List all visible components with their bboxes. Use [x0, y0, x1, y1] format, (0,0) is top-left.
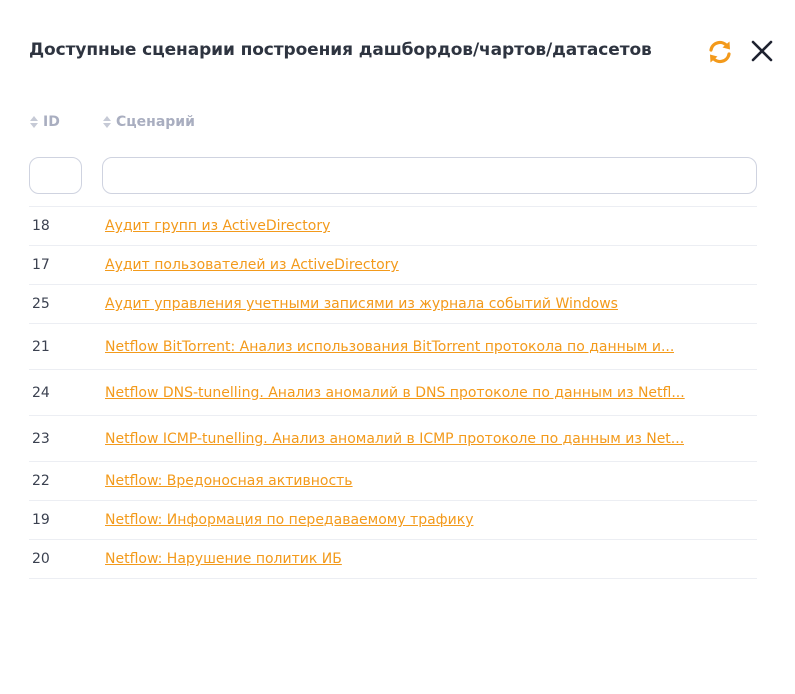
scenario-link[interactable]: Netflow: Нарушение политик ИБ [105, 551, 342, 567]
refresh-icon [709, 40, 731, 64]
row-id: 24 [32, 384, 50, 401]
scenario-link[interactable]: Аудит пользователей из ActiveDirectory [105, 257, 399, 273]
row-id: 20 [32, 551, 50, 567]
table-row: 22 Netflow: Вредоносная активность [29, 462, 757, 501]
table-row: 20 Netflow: Нарушение политик ИБ [29, 540, 757, 579]
scenarios-table: ID Сценарий 18 Аудит групп из ActiveDire… [29, 110, 757, 579]
column-header-scenario[interactable]: Сценарий [102, 114, 195, 130]
row-id: 23 [32, 430, 50, 447]
close-icon [751, 40, 773, 62]
table-row: 19 Netflow: Информация по передаваемому … [29, 501, 757, 540]
scenario-link[interactable]: Netflow ICMP-tunelling. Анализ аномалий … [105, 431, 684, 447]
close-button[interactable] [749, 38, 775, 64]
table-header-row: ID Сценарий [29, 110, 757, 140]
scenario-link[interactable]: Netflow: Информация по передаваемому тра… [105, 512, 474, 528]
table-row: 17 Аудит пользователей из ActiveDirector… [29, 246, 757, 285]
dialog-title: Доступные сценарии построения дашбордов/… [29, 40, 652, 60]
scenario-link[interactable]: Аудит групп из ActiveDirectory [105, 218, 330, 234]
table-row: 18 Аудит групп из ActiveDirectory [29, 207, 757, 246]
table-row: 21 Netflow BitTorrent: Анализ использова… [29, 324, 757, 370]
column-header-scenario-label: Сценарий [116, 114, 195, 130]
row-id: 19 [32, 512, 50, 528]
row-id: 18 [32, 218, 50, 234]
row-id: 22 [32, 473, 50, 489]
scenario-link[interactable]: Аудит управления учетными записями из жу… [105, 296, 618, 312]
dialog-header: Доступные сценарии построения дашбордов/… [29, 38, 775, 64]
table-body: 18 Аудит групп из ActiveDirectory 17 Ауд… [29, 206, 757, 579]
scenario-link[interactable]: Netflow DNS-tunelling. Анализ аномалий в… [105, 385, 685, 401]
scenario-filter-input[interactable] [102, 157, 757, 194]
sort-icon [103, 116, 111, 128]
column-header-id-label: ID [43, 114, 60, 130]
table-row: 23 Netflow ICMP-tunelling. Анализ аномал… [29, 416, 757, 462]
scenario-link[interactable]: Netflow BitTorrent: Анализ использования… [105, 339, 674, 355]
id-filter-input[interactable] [29, 157, 82, 194]
refresh-button[interactable] [706, 38, 734, 66]
sort-icon [30, 116, 38, 128]
scenario-link[interactable]: Netflow: Вредоносная активность [105, 473, 353, 489]
table-row: 25 Аудит управления учетными записями из… [29, 285, 757, 324]
table-row: 24 Netflow DNS-tunelling. Анализ аномали… [29, 370, 757, 416]
filter-row [29, 140, 757, 198]
scenarios-dialog: Доступные сценарии построения дашбордов/… [0, 0, 795, 694]
row-id: 21 [32, 338, 50, 355]
row-id: 25 [32, 296, 50, 312]
column-header-id[interactable]: ID [29, 114, 60, 130]
row-id: 17 [32, 257, 50, 273]
